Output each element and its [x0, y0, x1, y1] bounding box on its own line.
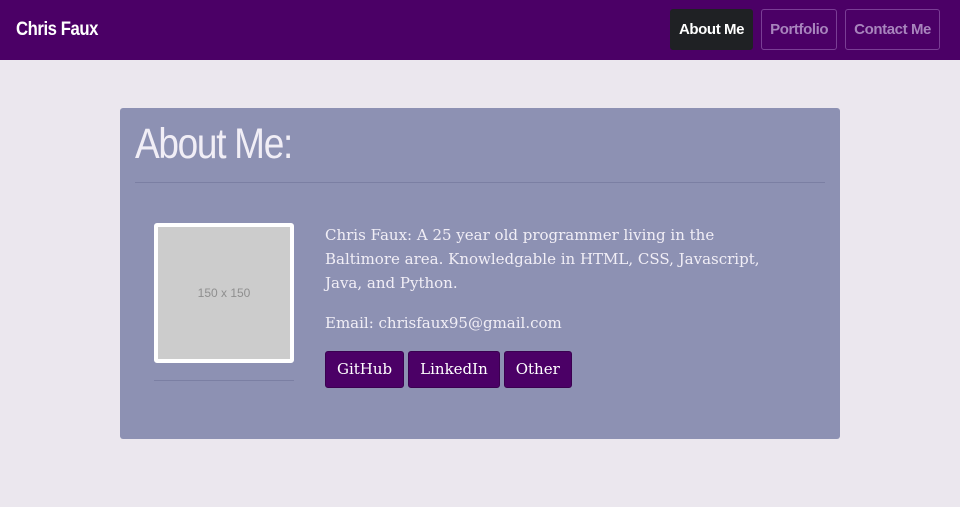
- title-divider: [135, 182, 825, 183]
- about-card: About Me: 150 x 150 Chris Faux: A 25 yea…: [120, 108, 840, 439]
- page-title: About Me:: [135, 120, 293, 168]
- nav-links: About Me Portfolio Contact Me: [669, 9, 940, 50]
- linkedin-button[interactable]: LinkedIn: [408, 351, 500, 388]
- social-links: GitHub LinkedIn Other: [325, 351, 572, 388]
- email-text: Email: chrisfaux95@gmail.com: [325, 314, 562, 332]
- github-button[interactable]: GitHub: [325, 351, 405, 388]
- top-navbar: Chris Faux About Me Portfolio Contact Me: [0, 0, 960, 60]
- image-placeholder-label: 150 x 150: [197, 286, 251, 300]
- nav-link-portfolio[interactable]: Portfolio: [761, 9, 838, 50]
- nav-link-about[interactable]: About Me: [669, 9, 754, 50]
- brand-link[interactable]: Chris Faux: [16, 0, 98, 60]
- other-button[interactable]: Other: [503, 351, 572, 388]
- nav-link-contact[interactable]: Contact Me: [845, 9, 940, 50]
- bio-text: Chris Faux: A 25 year old programmer liv…: [325, 226, 760, 292]
- profile-image-placeholder: 150 x 150: [154, 223, 294, 363]
- image-divider: [154, 380, 294, 381]
